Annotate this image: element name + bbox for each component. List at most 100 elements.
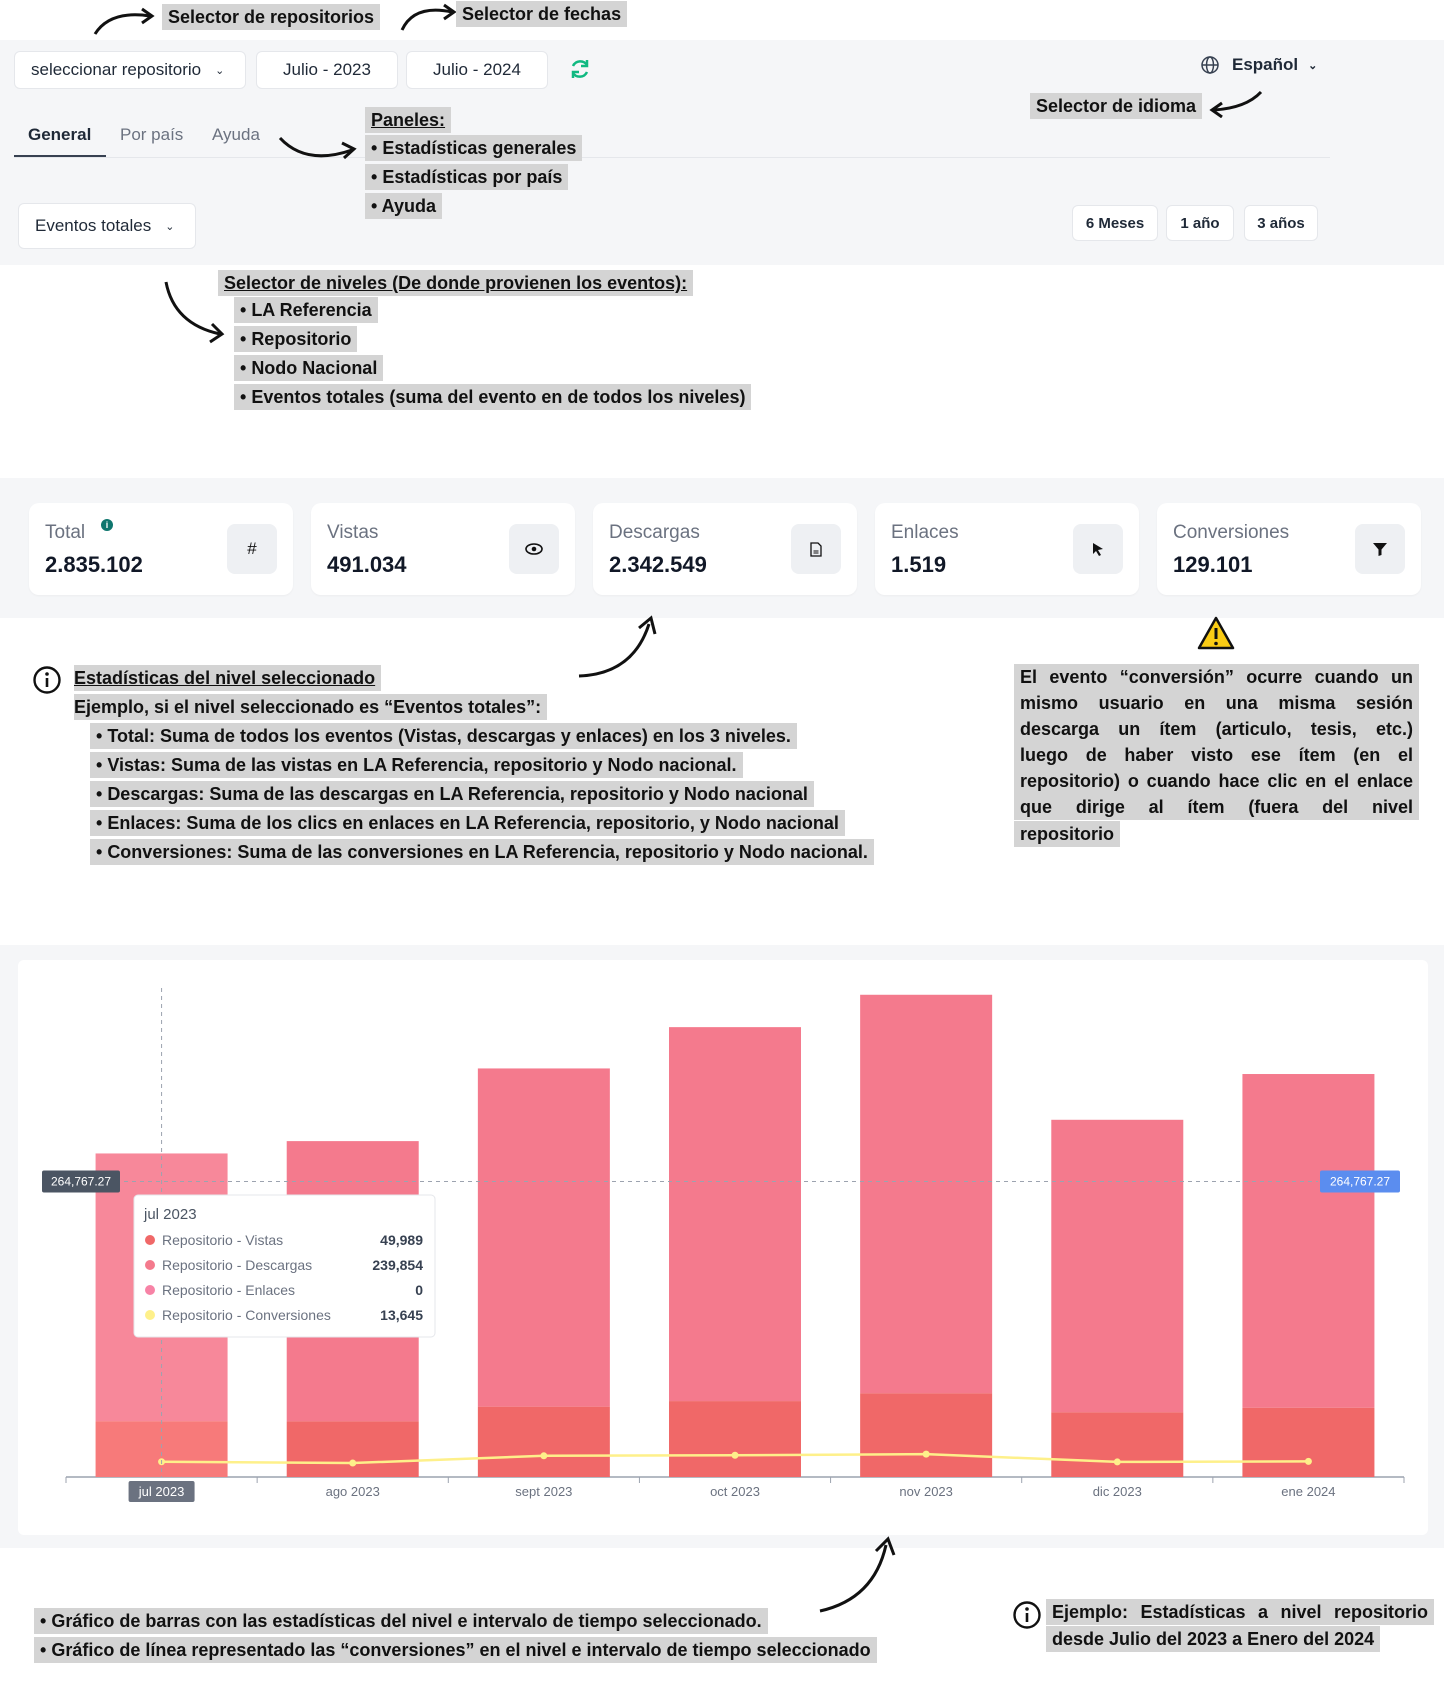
annotation-repo-selector: Selector de repositorios — [162, 4, 381, 30]
chevron-down-icon: ⌄ — [165, 220, 175, 233]
range-3-years-button[interactable]: 3 años — [1244, 205, 1318, 241]
levels-title: Selector de niveles (De donde provienen … — [218, 270, 694, 296]
language-selector[interactable]: Español ⌄ — [1200, 55, 1317, 75]
x-tick-label: ago 2023 — [326, 1484, 380, 1499]
bar-vistas — [1051, 1412, 1184, 1477]
annotation-date-selector: Selector de fechas — [456, 1, 628, 27]
point-conversiones — [731, 1451, 739, 1459]
bar-descargas — [1242, 1074, 1375, 1408]
chart-item: • Gráfico de barras con las estadísticas… — [34, 1607, 877, 1636]
bar-descargas — [1051, 1119, 1184, 1413]
stat-card-links: Enlaces 1.519 — [875, 503, 1139, 595]
stats-item: • Vistas: Suma de las vistas en LA Refer… — [90, 751, 874, 780]
stats-item: • Conversiones: Suma de las conversiones… — [90, 838, 874, 867]
panels-title: Paneles: — [365, 107, 452, 133]
date-from-label: Julio - 2023 — [283, 60, 371, 79]
stats-item: • Descargas: Suma de las descargas en LA… — [90, 780, 874, 809]
levels-item: • Eventos totales (suma del evento en de… — [234, 383, 752, 412]
tooltip-series-name: Repositorio - Enlaces — [162, 1282, 295, 1298]
bar-descargas — [669, 1027, 801, 1402]
annotation-language-selector: Selector de idioma — [1030, 93, 1203, 119]
example-line: Ejemplo: Estadísticas a nivel repositori… — [1046, 1599, 1434, 1625]
chevron-down-icon: ⌄ — [215, 64, 225, 77]
tooltip-legend-dot — [145, 1260, 155, 1270]
tooltip-series-value: 49,989 — [380, 1232, 423, 1248]
eye-icon — [509, 524, 559, 574]
stat-label: Total — [45, 522, 86, 543]
x-tick-label: dic 2023 — [1093, 1484, 1142, 1499]
annotation-example: Ejemplo: Estadísticas a nivel repositori… — [1046, 1599, 1434, 1654]
stats-example: Ejemplo, si el nivel seleccionado es “Ev… — [74, 694, 548, 720]
stat-label: Vistas — [327, 522, 379, 543]
repository-dropdown[interactable]: seleccionar repositorio ⌄ — [14, 51, 246, 89]
point-conversiones — [1304, 1457, 1312, 1465]
conversion-line: mismo usuario en una misma sesión — [1014, 690, 1419, 716]
events-bar-chart[interactable]: jul 2023 ago 2023 sept 2023 oct 2023 nov 202… — [18, 960, 1428, 1535]
date-from-picker[interactable]: Julio - 2023 — [256, 51, 398, 89]
arrow-language-selector — [1209, 90, 1263, 118]
conversion-line: El evento “conversión” ocurre cuando un — [1014, 664, 1419, 690]
stat-value: 2.342.549 — [609, 552, 707, 577]
tooltip-series-name: Repositorio - Descargas — [162, 1257, 312, 1273]
conversion-line: que dirige al ítem (fuera del nivel — [1014, 794, 1419, 820]
arrow-date-selector — [400, 3, 457, 31]
conversion-line: repositorio) o cuando hace clic en el en… — [1014, 768, 1419, 794]
stat-value: 1.519 — [891, 552, 947, 577]
stat-value: 491.034 — [327, 552, 407, 577]
tooltip-series-value: 13,645 — [380, 1307, 423, 1323]
tooltip-legend-dot — [145, 1310, 155, 1320]
globe-icon — [1201, 56, 1219, 74]
chart-card: jul 2023 ago 2023 sept 2023 oct 2023 nov 202… — [18, 960, 1428, 1535]
tooltip-series-value: 0 — [415, 1282, 423, 1298]
hash-icon: # — [227, 524, 277, 574]
stat-value: 129.101 — [1173, 552, 1253, 577]
panels-item: • Ayuda — [365, 192, 582, 221]
arrow-panels — [278, 136, 357, 160]
tooltip-title: jul 2023 — [143, 1206, 197, 1223]
chart-item: • Gráfico de línea representado las “con… — [34, 1636, 877, 1665]
tooltip-legend-dot — [145, 1285, 155, 1295]
bar-vistas — [860, 1393, 993, 1477]
arrow-chart — [819, 1536, 896, 1613]
annotation-levels: Selector de niveles (De donde provienen … — [218, 270, 752, 412]
x-tick-label: oct 2023 — [710, 1484, 760, 1499]
bar-vistas — [669, 1401, 801, 1477]
date-to-label: Julio - 2024 — [433, 60, 521, 79]
range-1-year-button[interactable]: 1 año — [1166, 205, 1234, 241]
bar-vistas — [477, 1406, 610, 1477]
stat-label: Descargas — [609, 522, 700, 543]
chevron-down-icon: ⌄ — [1308, 59, 1318, 72]
annotation-conversion: El evento “conversión” ocurre cuando un … — [1014, 664, 1419, 849]
language-label: Español — [1232, 55, 1299, 74]
point-conversiones — [1113, 1458, 1121, 1466]
x-tick-label: jul 2023 — [138, 1484, 185, 1499]
stat-card-views: Vistas 491.034 — [311, 503, 575, 595]
levels-item: • Nodo Nacional — [234, 354, 751, 383]
info-icon[interactable]: i — [101, 519, 113, 531]
range-6-months-button[interactable]: 6 Meses — [1072, 205, 1158, 241]
stat-card-total: Total i 2.835.102 # — [29, 503, 293, 595]
refresh-icon[interactable] — [568, 57, 592, 81]
file-icon — [791, 524, 841, 574]
annotation-stats: Estadísticas del nivel seleccionado Ejem… — [74, 664, 874, 867]
tab-ayuda[interactable]: Ayuda — [212, 125, 260, 145]
pointer-icon — [1073, 524, 1123, 574]
x-tick-label: nov 2023 — [899, 1484, 953, 1499]
date-to-picker[interactable]: Julio - 2024 — [406, 51, 548, 89]
repository-dropdown-label: seleccionar repositorio — [31, 60, 202, 79]
x-tick-label: ene 2024 — [1281, 1484, 1335, 1499]
bar-descargas — [477, 1068, 610, 1407]
tab-general[interactable]: General — [28, 125, 91, 145]
annotation-chart: • Gráfico de barras con las estadísticas… — [34, 1607, 877, 1665]
example-line: desde Julio del 2023 a Enero del 2024 — [1046, 1625, 1434, 1654]
stats-item: • Enlaces: Suma de los clics en enlaces … — [90, 809, 874, 838]
tab-por-pais[interactable]: Por país — [120, 125, 183, 145]
conversion-line: descarga un ítem (articulo, tesis, etc.) — [1014, 716, 1419, 742]
conversion-line: repositorio — [1014, 820, 1419, 849]
panels-item: • Estadísticas por país — [365, 163, 582, 192]
warning-icon — [1197, 616, 1235, 650]
stats-title: Estadísticas del nivel seleccionado — [74, 665, 382, 691]
panels-item: • Estadísticas generales — [365, 134, 583, 163]
level-dropdown[interactable]: Eventos totales ⌄ — [18, 203, 196, 249]
point-conversiones — [349, 1459, 357, 1467]
